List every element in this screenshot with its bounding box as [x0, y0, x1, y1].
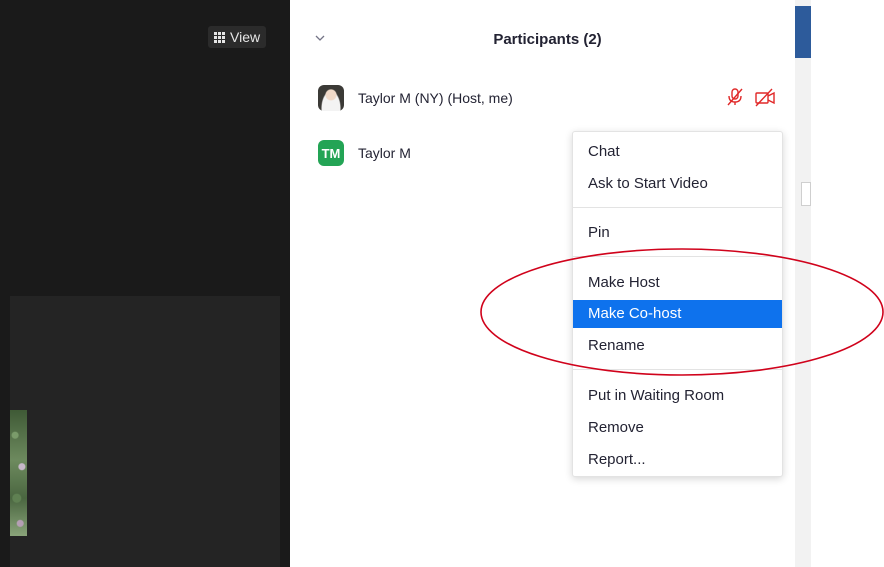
- panel-title: Participants (2): [493, 31, 602, 48]
- video-off-icon[interactable]: [754, 87, 776, 107]
- video-area: View: [0, 0, 290, 567]
- grid-icon: [214, 31, 225, 43]
- menu-item-pin[interactable]: Pin: [573, 219, 782, 247]
- menu-item-put-in-waiting-room[interactable]: Put in Waiting Room: [573, 382, 782, 410]
- adjacent-window-header: [795, 6, 811, 58]
- participant-status-icons: [726, 87, 776, 107]
- view-button[interactable]: View: [208, 26, 267, 48]
- video-tile[interactable]: [10, 296, 280, 567]
- menu-item-remove[interactable]: Remove: [573, 414, 782, 442]
- video-thumbnail-image: [10, 410, 27, 536]
- avatar: [318, 85, 344, 111]
- participant-row[interactable]: Taylor M (NY) (Host, me): [318, 83, 788, 113]
- menu-divider: [573, 369, 782, 370]
- participant-context-menu: Chat Ask to Start Video Pin Make Host Ma…: [572, 131, 783, 477]
- adjacent-window-control[interactable]: [801, 182, 811, 206]
- view-button-label: View: [230, 29, 261, 45]
- menu-item-chat[interactable]: Chat: [573, 138, 782, 166]
- menu-item-report[interactable]: Report...: [573, 446, 782, 474]
- mic-muted-icon[interactable]: [726, 87, 744, 107]
- menu-divider: [573, 256, 782, 257]
- participant-name: Taylor M: [358, 145, 411, 161]
- menu-item-rename[interactable]: Rename: [573, 332, 782, 360]
- menu-item-ask-start-video[interactable]: Ask to Start Video: [573, 170, 782, 198]
- panel-header: Participants (2): [290, 0, 795, 80]
- menu-item-make-co-host[interactable]: Make Co-host: [573, 300, 782, 328]
- avatar: TM: [318, 140, 344, 166]
- participant-name: Taylor M (NY) (Host, me): [358, 90, 513, 106]
- menu-divider: [573, 207, 782, 208]
- adjacent-window-edge: [795, 0, 811, 567]
- menu-item-make-host[interactable]: Make Host: [573, 269, 782, 297]
